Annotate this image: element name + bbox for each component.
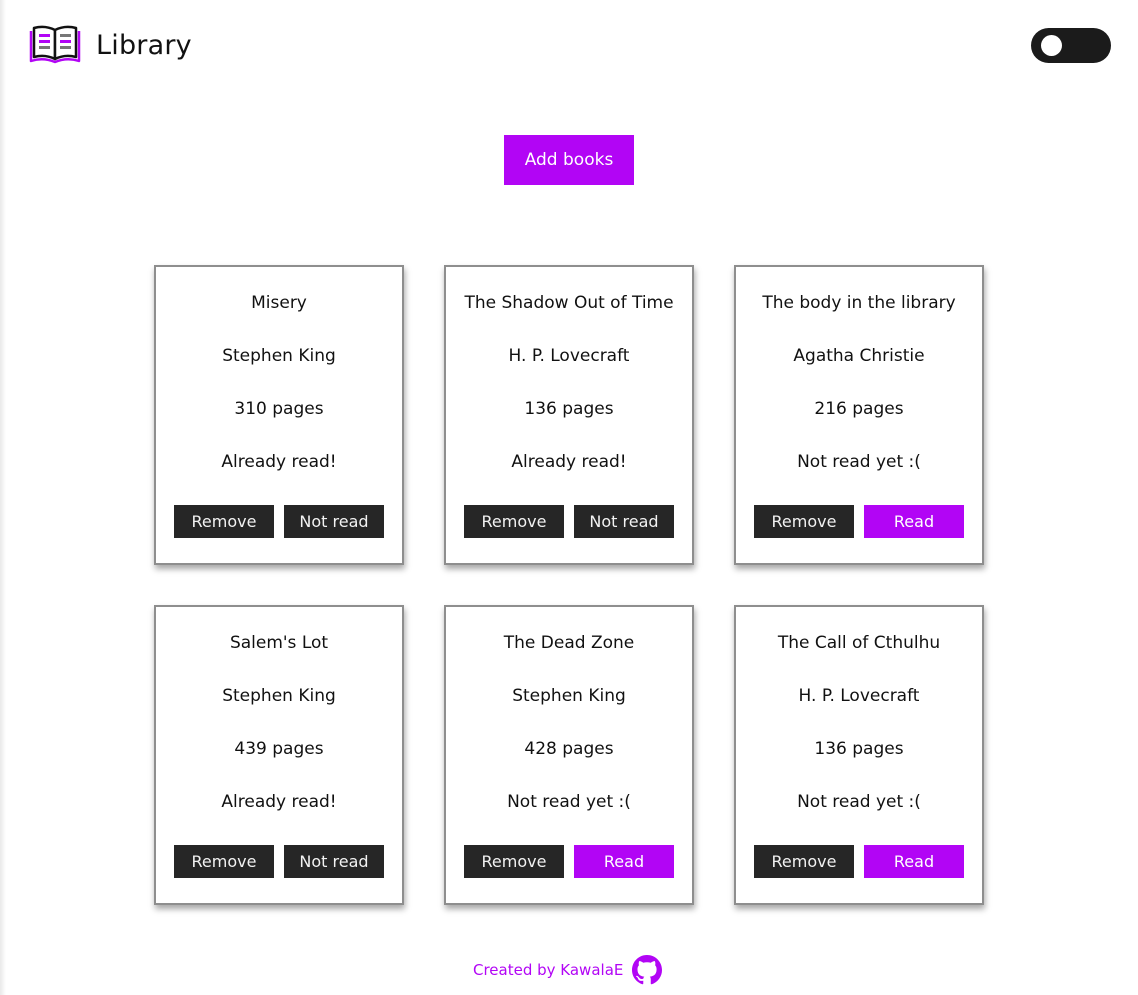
book-card: The Dead Zone Stephen King 428 pages Not… xyxy=(444,605,694,905)
read-toggle-button[interactable]: Read xyxy=(574,845,674,878)
book-author: Stephen King xyxy=(222,686,336,706)
book-pages: 136 pages xyxy=(524,399,614,419)
book-read-status: Not read yet :( xyxy=(797,792,921,812)
book-title: The Shadow Out of Time xyxy=(464,293,674,313)
book-read-status: Already read! xyxy=(221,452,337,472)
book-pages: 136 pages xyxy=(814,739,904,759)
page-edge-shade xyxy=(0,0,6,995)
book-title: Salem's Lot xyxy=(229,633,329,653)
book-title: The Call of Cthulhu xyxy=(777,633,941,653)
read-toggle-button[interactable]: Read xyxy=(864,505,964,538)
book-title: The body in the library xyxy=(762,293,956,313)
book-card: The body in the library Agatha Christie … xyxy=(734,265,984,565)
book-author: H. P. Lovecraft xyxy=(508,346,630,366)
book-title: Misery xyxy=(251,293,307,313)
book-grid: Misery Stephen King 310 pages Already re… xyxy=(154,265,984,905)
read-toggle-button[interactable]: Not read xyxy=(574,505,674,538)
book-pages: 428 pages xyxy=(524,739,614,759)
book-read-status: Not read yet :( xyxy=(797,452,921,472)
remove-button[interactable]: Remove xyxy=(174,845,274,878)
add-books-button[interactable]: Add books xyxy=(504,135,634,185)
book-pages: 216 pages xyxy=(814,399,904,419)
book-author: H. P. Lovecraft xyxy=(798,686,920,706)
book-pages: 439 pages xyxy=(234,739,324,759)
book-author: Stephen King xyxy=(222,346,336,366)
book-read-status: Already read! xyxy=(511,452,627,472)
read-toggle-button[interactable]: Not read xyxy=(284,505,384,538)
remove-button[interactable]: Remove xyxy=(174,505,274,538)
open-book-icon xyxy=(28,24,82,66)
book-read-status: Already read! xyxy=(221,792,337,812)
read-toggle-button[interactable]: Not read xyxy=(284,845,384,878)
remove-button[interactable]: Remove xyxy=(464,845,564,878)
book-author: Stephen King xyxy=(512,686,626,706)
book-author: Agatha Christie xyxy=(793,346,925,366)
book-card: The Shadow Out of Time H. P. Lovecraft 1… xyxy=(444,265,694,565)
remove-button[interactable]: Remove xyxy=(464,505,564,538)
github-icon[interactable] xyxy=(632,955,663,985)
book-card: Misery Stephen King 310 pages Already re… xyxy=(154,265,404,565)
book-read-status: Not read yet :( xyxy=(507,792,631,812)
read-toggle-button[interactable]: Read xyxy=(864,845,964,878)
book-card: The Call of Cthulhu H. P. Lovecraft 136 … xyxy=(734,605,984,905)
app-title: Library xyxy=(96,29,192,61)
app-header: Library xyxy=(28,24,192,66)
book-pages: 310 pages xyxy=(234,399,324,419)
book-card: Salem's Lot Stephen King 439 pages Alrea… xyxy=(154,605,404,905)
remove-button[interactable]: Remove xyxy=(754,505,854,538)
remove-button[interactable]: Remove xyxy=(754,845,854,878)
theme-toggle[interactable] xyxy=(1031,28,1111,63)
theme-toggle-knob xyxy=(1041,35,1062,56)
footer: Created by KawalaE xyxy=(473,955,663,985)
book-title: The Dead Zone xyxy=(503,633,635,653)
author-credit-link[interactable]: Created by KawalaE xyxy=(473,961,623,979)
